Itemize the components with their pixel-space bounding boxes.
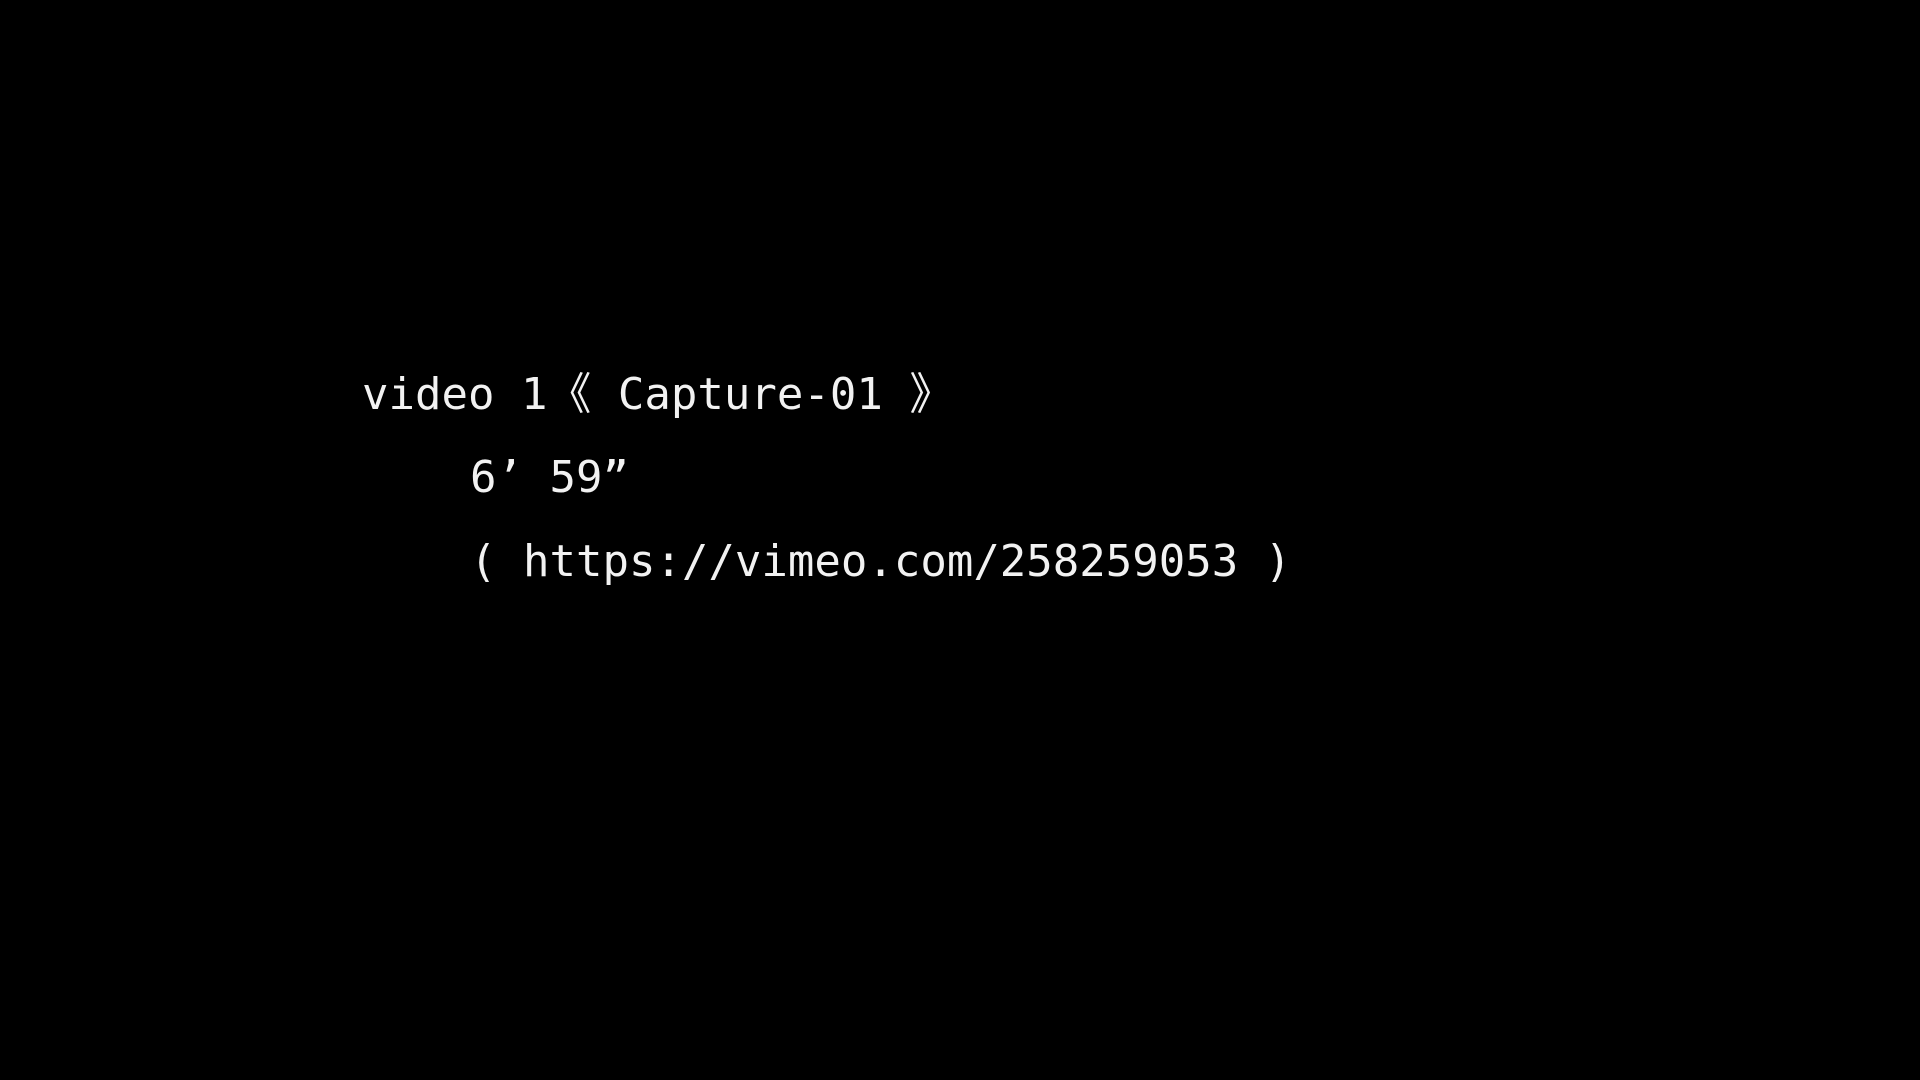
video-title: video 1《 Capture-01 》: [362, 369, 954, 420]
title-slide: video 1《 Capture-01 》 6’ 59” ( https://v…: [0, 0, 1920, 1080]
video-link: ( https://vimeo.com/258259053 ): [470, 536, 1292, 587]
video-duration: 6’ 59”: [470, 452, 629, 503]
